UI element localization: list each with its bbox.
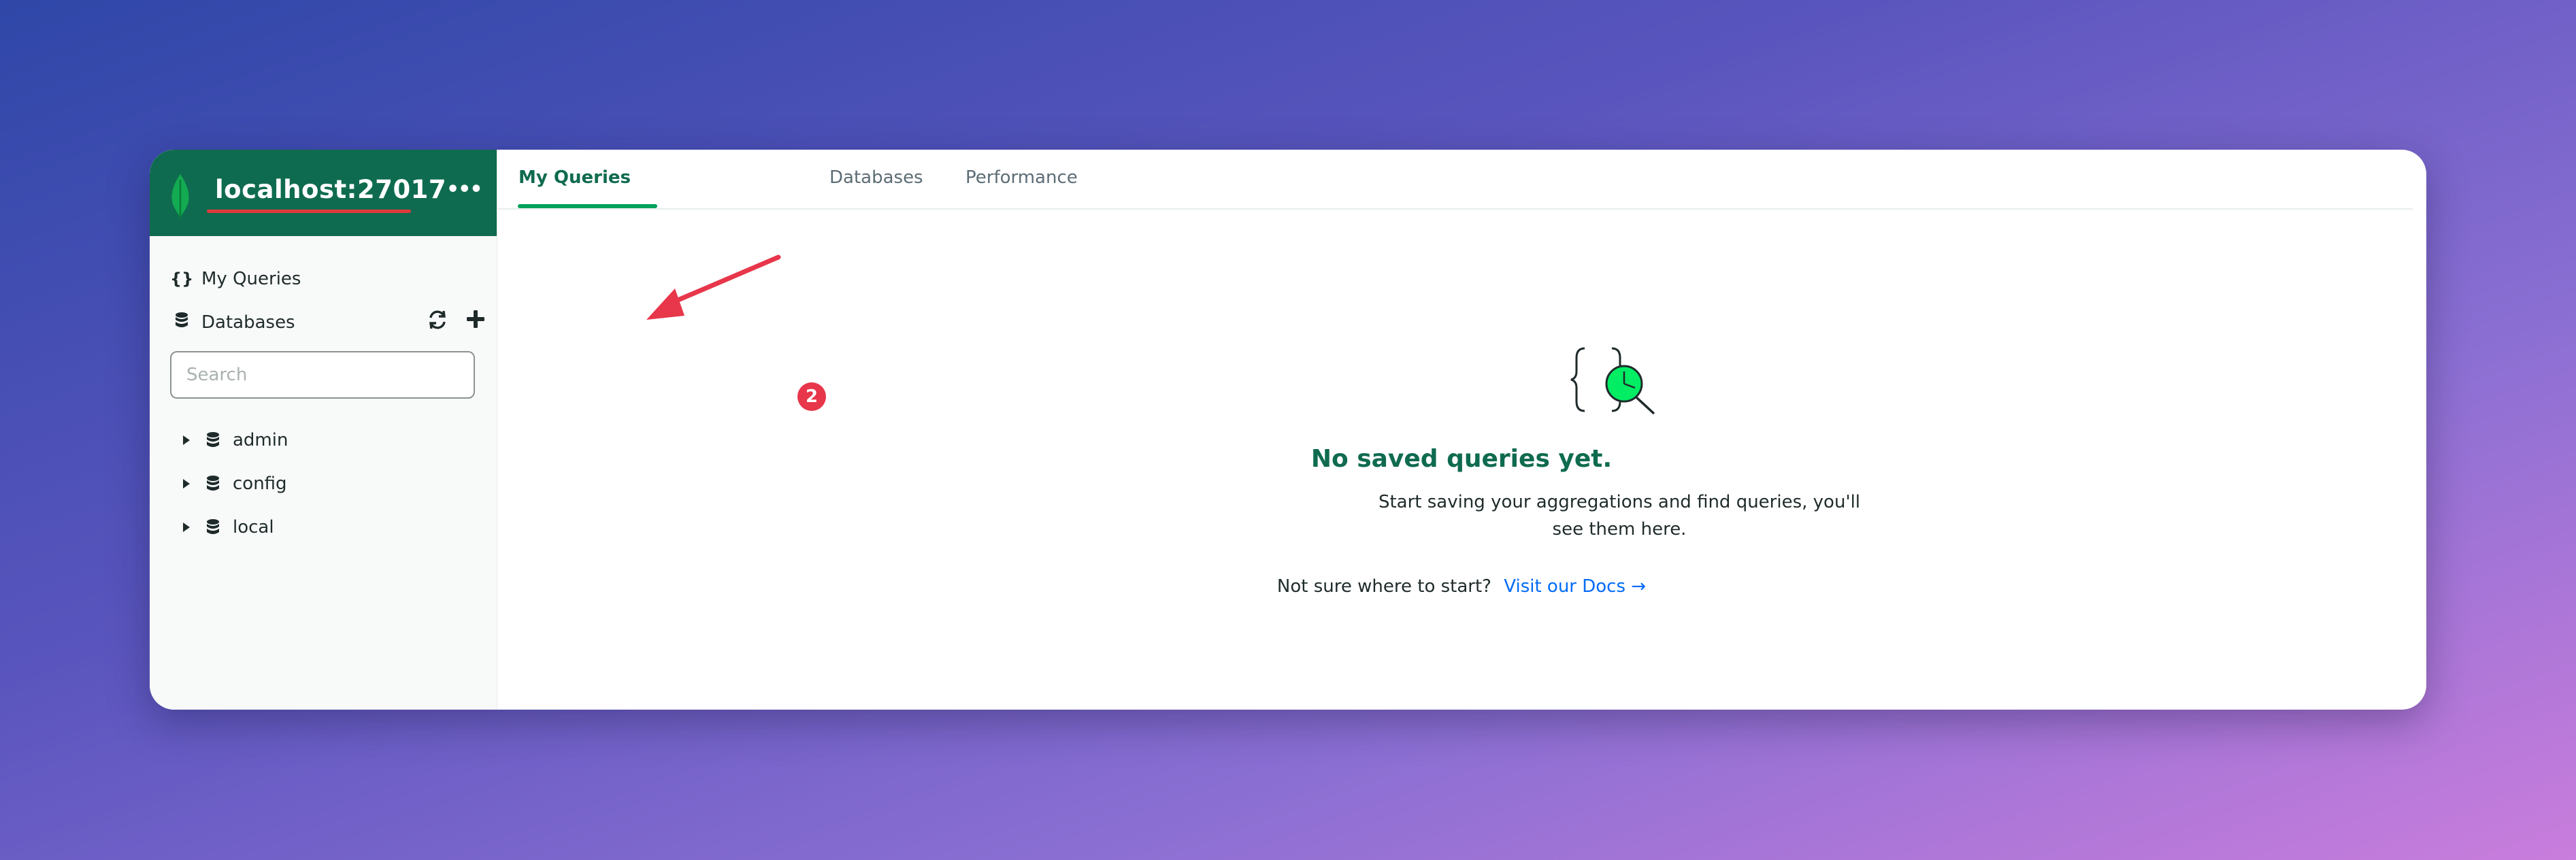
hint-text: Not sure where to start?	[1276, 576, 1491, 597]
database-icon	[207, 476, 219, 491]
database-row-local[interactable]: local	[170, 512, 274, 542]
empty-state-title: No saved queries yet.	[1310, 445, 1613, 473]
saved-queries-illustration-icon	[1570, 347, 1655, 415]
empty-state-hint: Not sure where to start? Visit our Docs …	[497, 576, 2426, 597]
tab-performance[interactable]: Performance	[965, 167, 1078, 208]
database-row-config[interactable]: config	[170, 469, 287, 499]
visit-docs-link[interactable]: Visit our Docs →	[1504, 576, 1646, 597]
tab-databases[interactable]: Databases	[829, 167, 923, 208]
empty-state-description: Start saving your aggregations and find …	[1378, 492, 1861, 540]
database-name: local	[233, 517, 274, 538]
caret-right-icon[interactable]	[180, 434, 193, 446]
caret-right-icon[interactable]	[180, 521, 193, 533]
database-name: admin	[233, 430, 288, 450]
database-name: config	[233, 474, 287, 494]
annotation-arrow-icon	[646, 254, 781, 320]
annotation-step-badge: 2	[797, 382, 826, 411]
caret-right-icon[interactable]	[180, 478, 193, 490]
database-icon	[207, 519, 219, 534]
compass-window: localhost:27017 ••• {} My Queries Databa…	[150, 150, 2426, 710]
database-icon	[207, 432, 219, 447]
database-row-admin[interactable]: admin	[170, 425, 288, 455]
